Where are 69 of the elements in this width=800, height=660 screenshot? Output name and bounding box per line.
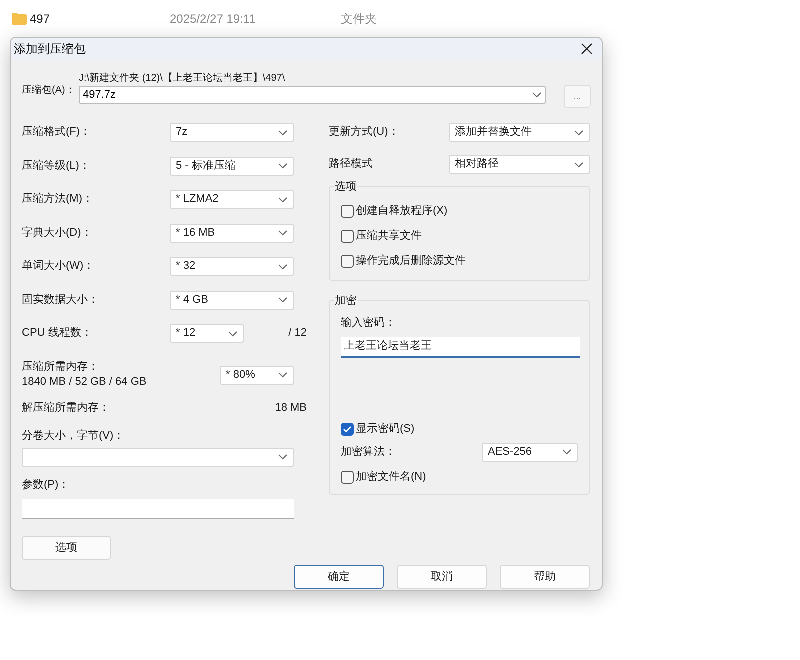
- checkbox[interactable]: [341, 471, 354, 484]
- field-label: 压缩等级(L)：: [22, 158, 92, 174]
- close-icon[interactable]: [581, 42, 593, 54]
- field-label: 单词大小(W)：: [22, 259, 96, 274]
- file-name: 497: [30, 10, 52, 28]
- window-title: 添加到压缩包: [14, 40, 86, 58]
- dialog-button[interactable]: 帮助: [500, 565, 590, 589]
- field-label: 分卷大小，字节(V)：: [22, 428, 126, 444]
- field-label: 压缩所需内存：: [22, 360, 100, 375]
- checkbox-label: 操作完成后删除源文件: [356, 254, 466, 269]
- checkbox[interactable]: [341, 423, 354, 436]
- dropdown[interactable]: * LZMA2: [170, 190, 294, 209]
- chevron-down-icon: [278, 230, 288, 236]
- chevron-down-icon: [574, 162, 584, 168]
- chevron-down-icon: [562, 449, 572, 455]
- dialog-button[interactable]: 取消: [397, 565, 487, 589]
- field-label: 输入密码：: [341, 316, 397, 331]
- dropdown[interactable]: 7z: [170, 123, 294, 142]
- dropdown[interactable]: 添加并替换文件: [449, 123, 590, 142]
- dropdown[interactable]: * 12: [170, 324, 244, 343]
- browse-button[interactable]: ...: [564, 85, 591, 108]
- checkbox-label: 压缩共享文件: [356, 228, 422, 244]
- chevron-down-icon: [278, 196, 288, 202]
- chevron-down-icon: [278, 454, 288, 460]
- chevron-down-icon: [532, 92, 542, 98]
- dropdown[interactable]: AES-256: [482, 442, 578, 462]
- checkbox-label: 加密文件名(N): [356, 470, 426, 486]
- memory-usage: 1840 MB / 52 GB / 64 GB: [22, 375, 148, 390]
- chevron-down-icon: [228, 330, 238, 336]
- field-label: 更新方式(U)：: [329, 124, 400, 140]
- thread-count: / 12: [288, 326, 307, 341]
- password-field[interactable]: 上老王论坛当老王: [341, 336, 580, 358]
- memory-value: 18 MB: [275, 400, 307, 416]
- folder-icon: [12, 12, 27, 24]
- file-date: 2025/2/27 19:11: [170, 10, 257, 28]
- dialog-button[interactable]: 确定: [294, 565, 384, 589]
- field-label: 压缩方法(M)：: [22, 192, 94, 207]
- file-type: 文件夹: [341, 10, 377, 28]
- field-label: 固实数据大小：: [22, 292, 100, 308]
- checkbox-label: 创建自释放程序(X): [356, 204, 448, 219]
- dropdown[interactable]: * 80%: [220, 366, 294, 384]
- field-label: 加密算法：: [341, 444, 396, 460]
- chevron-down-icon: [278, 130, 288, 136]
- field-label: 压缩包(A)：: [22, 84, 76, 98]
- chevron-down-icon: [278, 372, 288, 378]
- checkbox[interactable]: [341, 230, 354, 242]
- chevron-down-icon: [278, 297, 288, 303]
- dropdown[interactable]: 相对路径: [449, 155, 590, 174]
- chevron-down-icon: [278, 163, 288, 169]
- dropdown[interactable]: 5 - 标准压缩: [170, 156, 294, 176]
- chevron-down-icon: [574, 130, 584, 136]
- field-label: 路径模式: [329, 157, 374, 172]
- chevron-down-icon: [278, 264, 288, 270]
- dropdown[interactable]: * 32: [170, 257, 294, 276]
- field-label: 解压缩所需内存：: [22, 400, 110, 416]
- params-field[interactable]: [22, 499, 294, 519]
- field-label: 字典大小(D)：: [22, 226, 94, 240]
- dropdown[interactable]: * 16 MB: [170, 224, 294, 242]
- options-button[interactable]: 选项: [22, 536, 111, 560]
- field-label: 参数(P)：: [22, 478, 71, 492]
- checkbox[interactable]: [341, 204, 354, 218]
- checkmark-icon: [343, 426, 352, 433]
- dropdown[interactable]: * 4 GB: [170, 290, 294, 310]
- archive-name-field[interactable]: 497.7z: [79, 86, 546, 104]
- field-label: 压缩格式(F)：: [22, 124, 92, 140]
- checkbox-label: 显示密码(S): [356, 422, 415, 438]
- archive-path: J:\新建文件夹 (12)\【上老王论坛当老王】\497\: [79, 73, 286, 85]
- field-label: CPU 线程数：: [22, 326, 94, 341]
- checkbox[interactable]: [341, 254, 354, 268]
